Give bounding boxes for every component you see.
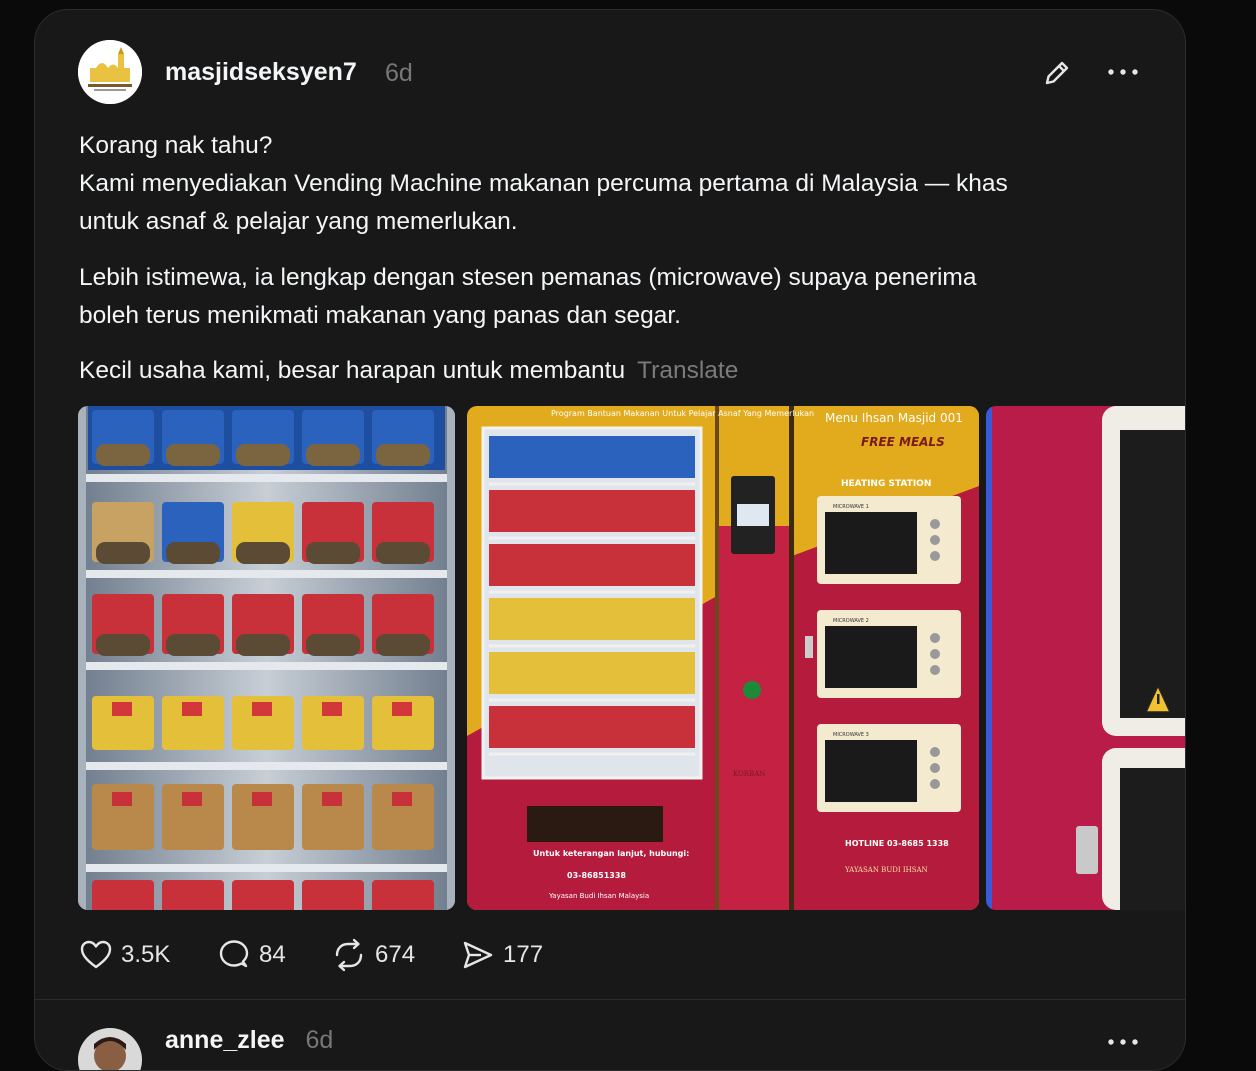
- share-button[interactable]: 177: [461, 935, 543, 975]
- gallery-image-vending-shelves[interactable]: [78, 406, 455, 910]
- like-count: 3.5K: [121, 941, 171, 968]
- share-count: 177: [503, 941, 544, 968]
- divider: [35, 999, 1185, 1000]
- korban-text: KORBAN: [733, 770, 765, 778]
- reply-avatar[interactable]: [78, 1028, 142, 1070]
- edit-icon[interactable]: [1041, 57, 1073, 94]
- image-gallery[interactable]: Program Bantuan Makanan Untuk Pelajar As…: [78, 406, 1185, 910]
- phone-text: 03-86851338: [567, 871, 626, 880]
- reply-username-text[interactable]: anne_zlee: [165, 1026, 285, 1054]
- gallery-image-vending-machine[interactable]: Program Bantuan Makanan Untuk Pelajar As…: [467, 406, 979, 910]
- microwave-2-label: MICROWAVE 2: [833, 618, 869, 624]
- vending-machine-photo: Program Bantuan Makanan Untuk Pelajar As…: [467, 406, 979, 910]
- vending-shelves-photo: [78, 406, 455, 910]
- repost-button[interactable]: 674: [331, 935, 415, 975]
- mosque-logo-icon: [78, 40, 142, 104]
- avatar[interactable]: [78, 40, 142, 104]
- post-text-line: untuk asnaf & pelajar yang memerlukan.: [79, 208, 518, 235]
- free-meals-logo: FREE MEALS: [861, 435, 945, 449]
- more-options-icon[interactable]: [1105, 62, 1141, 87]
- post-time: 6d: [385, 59, 413, 87]
- post-text-last: Kecil usaha kami, besar harapan untuk me…: [79, 352, 738, 390]
- post-text-line: Kecil usaha kami, besar harapan untuk me…: [79, 357, 626, 384]
- comment-count: 84: [259, 941, 286, 968]
- microwave-closeup-photo: [986, 406, 1185, 910]
- hotline-text: HOTLINE 03-8685 1338: [845, 839, 949, 848]
- foundation-text: Yayasan Budi Ihsan Malaysia: [548, 892, 649, 900]
- machine-header-left: Program Bantuan Makanan Untuk Pelajar As…: [551, 409, 814, 418]
- heart-icon: [80, 940, 112, 969]
- post-card: masjidseksyen7 6d Korang nak tahu? Kami …: [34, 9, 1186, 1071]
- post-text-line: boleh terus menikmati makanan yang panas…: [79, 302, 681, 329]
- reply-time: 6d: [305, 1026, 334, 1054]
- like-button[interactable]: 3.5K: [79, 935, 170, 975]
- translate-link[interactable]: Translate: [637, 357, 738, 384]
- post-text-line: Lebih istimewa, ia lengkap dengan stesen…: [79, 264, 977, 291]
- reply-more-options-icon[interactable]: [1105, 1032, 1141, 1057]
- machine-header-right: Menu Ihsan Masjid 001: [825, 411, 963, 425]
- post-username[interactable]: masjidseksyen7: [165, 58, 357, 87]
- foundation-logo-text: YAYASAN BUDI IHSAN: [844, 866, 928, 874]
- gallery-image-microwave-closeup[interactable]: [986, 406, 1185, 910]
- reply-username[interactable]: anne_zlee 6d: [165, 1026, 333, 1055]
- user-photo-icon: [78, 1028, 142, 1070]
- comment-button[interactable]: 84: [217, 935, 286, 975]
- post-text-line: Korang nak tahu?: [79, 132, 273, 159]
- repost-count: 674: [375, 941, 416, 968]
- send-icon: [463, 941, 493, 969]
- microwave-3-label: MICROWAVE 3: [833, 732, 869, 738]
- heating-station-label: HEATING STATION: [841, 479, 931, 489]
- repost-icon: [335, 938, 363, 972]
- microwave-1-label: MICROWAVE 1: [833, 504, 869, 510]
- post-text-line: Kami menyediakan Vending Machine makanan…: [79, 170, 1008, 197]
- info-text: Untuk keterangan lanjut, hubungi:: [533, 849, 689, 858]
- comment-icon: [219, 940, 249, 968]
